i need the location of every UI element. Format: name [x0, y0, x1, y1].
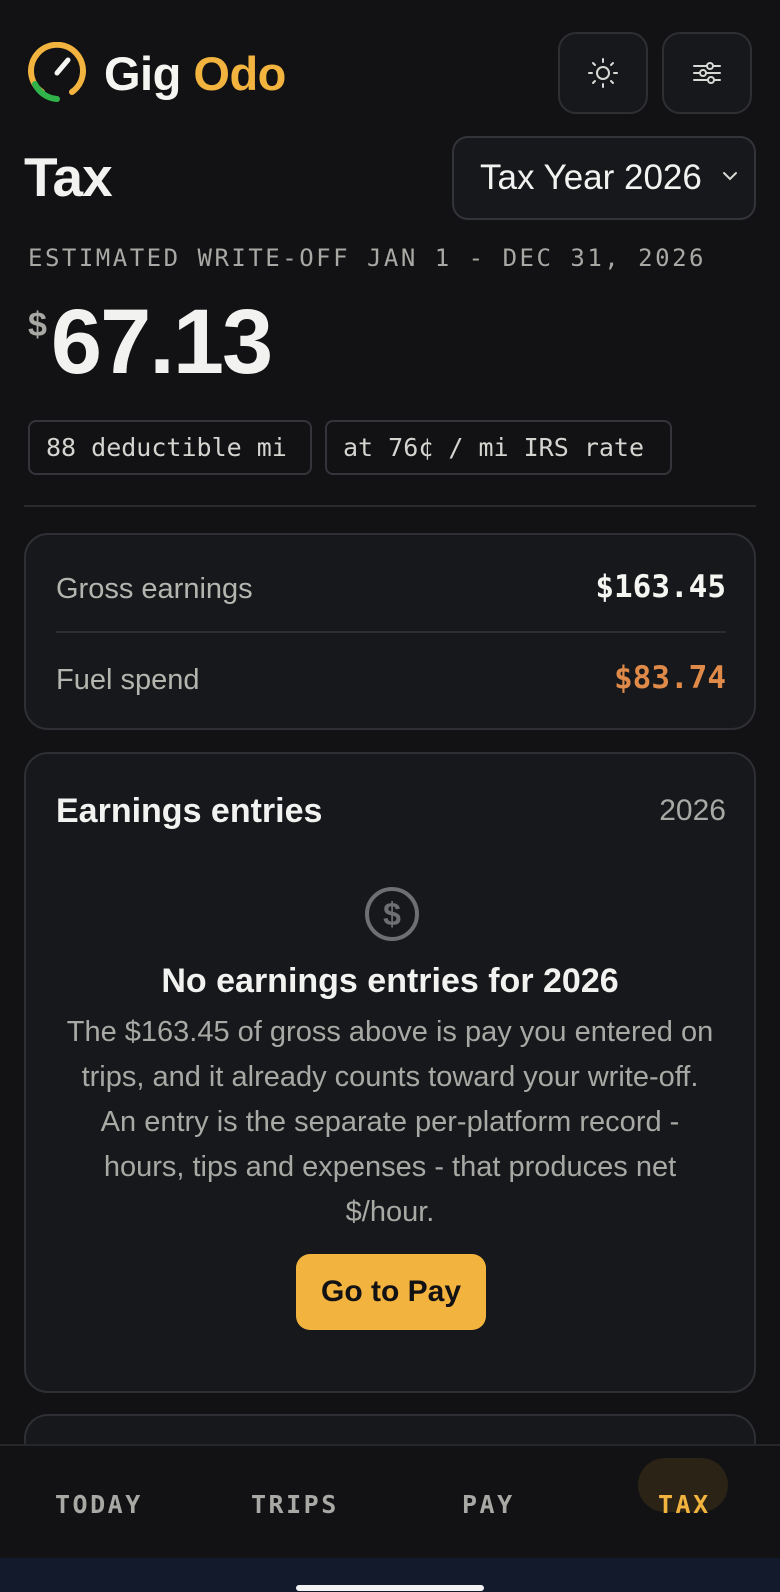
svg-text:$: $	[383, 896, 401, 932]
gross-earnings-value: $163.45	[595, 569, 726, 605]
amount-value: 67.13	[50, 291, 273, 393]
fuel-spend-value: $83.74	[614, 660, 726, 696]
deductible-miles-chip: 88 deductible mi	[28, 420, 312, 475]
bottom-nav: TODAY TRIPS PAY TAX	[0, 1444, 780, 1558]
header: Gig Odo	[0, 0, 780, 140]
irs-rate-chip: at 76¢ / mi IRS rate	[325, 420, 672, 475]
app-logo[interactable]: Gig Odo	[26, 42, 286, 104]
entries-title: Earnings entries	[56, 792, 323, 830]
section-divider	[24, 505, 756, 507]
settings-button[interactable]	[662, 32, 752, 114]
gauge-logo-icon	[28, 42, 86, 102]
nav-tax[interactable]: TAX	[658, 1490, 711, 1519]
chevron-down-icon	[723, 172, 737, 181]
summary-card: Gross earnings $163.45 Fuel spend $83.74	[24, 533, 756, 730]
nav-today[interactable]: TODAY	[55, 1490, 143, 1519]
theme-toggle-button[interactable]	[558, 32, 648, 114]
estimate-label: ESTIMATED WRITE-OFF JAN 1 - DEC 31, 2026	[28, 244, 706, 272]
row-divider	[56, 631, 726, 633]
estimate-amount: $ 67.13	[28, 291, 273, 393]
dollar-circle-icon: $	[365, 887, 419, 941]
currency-symbol: $	[28, 306, 47, 344]
empty-state-title: No earnings entries for 2026	[161, 962, 619, 1000]
entries-year: 2026	[659, 794, 726, 827]
brand-part1: Gig	[104, 46, 181, 100]
nav-trips[interactable]: TRIPS	[251, 1490, 339, 1519]
brand-name: Gig Odo	[104, 46, 286, 101]
go-to-pay-button[interactable]: Go to Pay	[296, 1254, 486, 1330]
gross-earnings-label: Gross earnings	[56, 573, 253, 605]
tax-year-value: Tax Year 2026	[480, 158, 702, 197]
fuel-spend-label: Fuel spend	[56, 664, 200, 696]
page-title: Tax	[24, 146, 113, 208]
nav-pay[interactable]: PAY	[462, 1490, 515, 1519]
earnings-entries-card: Earnings entries 2026 $ No earnings entr…	[24, 752, 756, 1393]
sliders-icon	[693, 62, 721, 84]
home-indicator[interactable]	[296, 1585, 484, 1591]
brand-part2: Odo	[193, 46, 286, 100]
tax-year-select[interactable]: Tax Year 2026	[452, 136, 756, 220]
empty-state-description: The $163.45 of gross above is pay you en…	[66, 1016, 714, 1228]
sun-icon	[588, 58, 618, 88]
